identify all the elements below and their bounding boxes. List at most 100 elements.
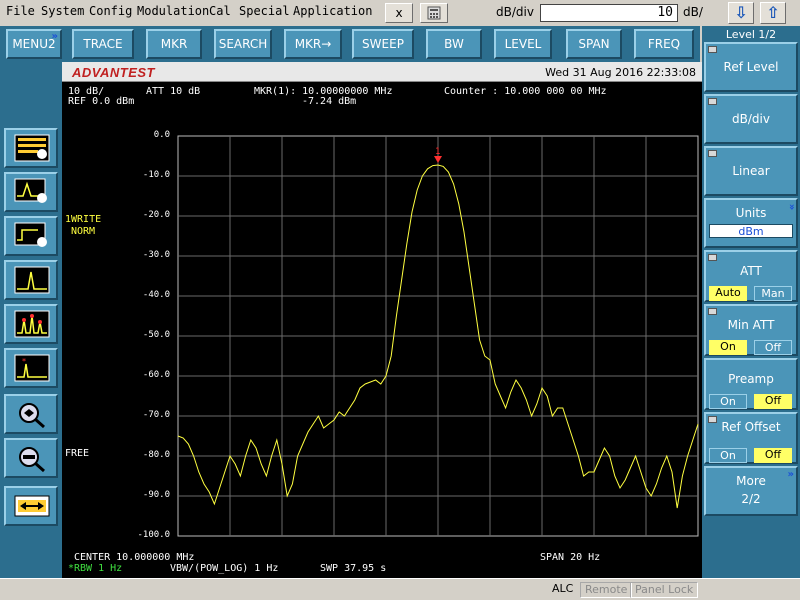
level-key[interactable]: LEVEL bbox=[494, 29, 552, 59]
more-arrows-icon: » bbox=[51, 31, 58, 42]
multi-peak-icon bbox=[14, 310, 50, 338]
trace-mode-write: 1WRITE bbox=[65, 214, 102, 225]
ref-offset-off-option[interactable]: Off bbox=[754, 448, 792, 463]
y-tick-label: -10.0 bbox=[142, 170, 170, 180]
display-header: ADVANTEST Wed 31 Aug 2016 22:33:08 bbox=[62, 62, 702, 82]
att-auto-option[interactable]: Auto bbox=[709, 286, 747, 301]
preamp-off-option[interactable]: Off bbox=[754, 394, 792, 409]
ref-offset-label: Ref Offset bbox=[721, 420, 781, 434]
menu-cal[interactable]: Cal bbox=[209, 4, 231, 18]
single-peak-tool[interactable] bbox=[4, 260, 58, 300]
menu-special[interactable]: Special bbox=[239, 4, 290, 18]
vbw-readout: VBW/(POW_LOG) 1 Hz bbox=[170, 563, 279, 574]
step-down-button[interactable]: ⇩ bbox=[728, 2, 754, 24]
units-value: dBm bbox=[709, 224, 793, 238]
marker-peak-icon: * bbox=[14, 354, 50, 382]
more-arrows-icon: » bbox=[787, 469, 794, 480]
linear-label: Linear bbox=[732, 164, 770, 178]
dropdown-arrows-icon: » bbox=[785, 203, 797, 211]
y-tick-label: 0.0 bbox=[153, 130, 170, 140]
date-time: Wed 31 Aug 2016 22:33:08 bbox=[545, 66, 696, 79]
spectrum-display[interactable]: 1 10 dB/ REF 0.0 dBm ATT 10 dB MKR(1): 1… bbox=[62, 82, 702, 578]
more-key[interactable]: » More 2/2 bbox=[704, 466, 798, 516]
marker-peak-tool[interactable]: * bbox=[4, 348, 58, 388]
db-div-key[interactable]: dB/div bbox=[704, 94, 798, 144]
ref-level-key[interactable]: Ref Level bbox=[704, 42, 798, 92]
search-key[interactable]: SEARCH bbox=[214, 29, 272, 59]
units-key[interactable]: » Units dBm bbox=[704, 198, 798, 248]
span-readout: SPAN 20 Hz bbox=[540, 552, 601, 563]
zoom-out-tool[interactable] bbox=[4, 438, 58, 478]
preamp-on-option[interactable]: On bbox=[709, 394, 747, 409]
y-tick-label: -70.0 bbox=[142, 410, 170, 420]
y-tick-label: -100.0 bbox=[137, 530, 170, 540]
ref-level-readout: REF 0.0 dBm bbox=[68, 96, 135, 107]
menu-system[interactable]: System bbox=[41, 4, 84, 18]
units-label: Units bbox=[735, 206, 767, 220]
left-toolbar: * bbox=[0, 62, 62, 578]
menu-file[interactable]: File bbox=[6, 4, 35, 18]
alc-indicator: ALC bbox=[552, 582, 574, 595]
more-page-label: 2/2 bbox=[741, 492, 761, 506]
zoom-in-icon bbox=[19, 403, 45, 428]
dbdiv-unit: dB/ bbox=[683, 5, 703, 19]
y-tick-label: -60.0 bbox=[142, 370, 170, 380]
trace-key[interactable]: TRACE bbox=[72, 29, 134, 59]
att-key[interactable]: ATT Auto Man bbox=[704, 250, 798, 302]
sweep-key[interactable]: SWEEP bbox=[352, 29, 414, 59]
marker-move-icon bbox=[14, 222, 47, 247]
menu-application[interactable]: Application bbox=[293, 4, 372, 18]
keypad-icon bbox=[708, 254, 717, 261]
marker-move-tool[interactable] bbox=[4, 216, 58, 256]
single-peak-icon bbox=[14, 266, 50, 294]
step-up-button[interactable]: ⇧ bbox=[760, 2, 786, 24]
zoom-out-icon bbox=[19, 447, 45, 472]
menu2-label: MENU2 bbox=[12, 37, 56, 51]
freq-key[interactable]: FREQ bbox=[634, 29, 694, 59]
ref-offset-on-option[interactable]: On bbox=[709, 448, 747, 463]
min-att-label: Min ATT bbox=[727, 318, 775, 332]
peak-search-tool[interactable] bbox=[4, 172, 58, 212]
peak-search-icon bbox=[14, 178, 47, 203]
y-tick-label: -90.0 bbox=[142, 490, 170, 500]
ref-level-label: Ref Level bbox=[723, 60, 779, 74]
keypad-icon bbox=[708, 416, 717, 423]
calculator-button[interactable] bbox=[420, 3, 448, 23]
db-div-label: dB/div bbox=[732, 112, 770, 126]
marker-level-readout: -7.24 dBm bbox=[302, 96, 357, 107]
span-expand-icon bbox=[14, 495, 50, 517]
span-key[interactable]: SPAN bbox=[566, 29, 622, 59]
right-softkey-panel: Level 1/2 Ref Level dB/div Linear » Unit… bbox=[702, 26, 800, 578]
zoom-in-tool[interactable] bbox=[4, 394, 58, 434]
ref-offset-key[interactable]: Ref Offset On Off bbox=[704, 412, 798, 464]
keypad-icon bbox=[708, 150, 717, 157]
dbdiv-input[interactable]: 10 bbox=[540, 4, 678, 22]
y-tick-label: -20.0 bbox=[142, 210, 170, 220]
menu2-key[interactable]: MENU2 » bbox=[6, 29, 62, 59]
trace-view-tool[interactable] bbox=[4, 128, 58, 168]
mkr-to-key[interactable]: MKR→ bbox=[284, 29, 342, 59]
min-att-key[interactable]: Min ATT On Off bbox=[704, 304, 798, 356]
linear-key[interactable]: Linear bbox=[704, 146, 798, 196]
menu-modulation[interactable]: Modulation bbox=[137, 4, 209, 18]
menu-config[interactable]: Config bbox=[89, 4, 132, 18]
menu-bar: File System Config Modulation Cal Specia… bbox=[0, 0, 800, 26]
multi-peak-tool[interactable] bbox=[4, 304, 58, 344]
marker-number: 1 bbox=[435, 147, 440, 157]
mkr-key[interactable]: MKR bbox=[146, 29, 202, 59]
panel-lock-indicator: Panel Lock bbox=[630, 582, 699, 598]
y-tick-label: -50.0 bbox=[142, 330, 170, 340]
span-expand-tool[interactable] bbox=[4, 486, 58, 526]
bw-key[interactable]: BW bbox=[426, 29, 482, 59]
center-freq-readout: CENTER 10.000000 MHz bbox=[74, 552, 195, 563]
more-label: More bbox=[736, 474, 766, 488]
trace-mode-norm: NORM bbox=[71, 226, 96, 237]
preamp-key[interactable]: Preamp On Off bbox=[704, 358, 798, 410]
min-att-on-option[interactable]: On bbox=[709, 340, 747, 355]
att-man-option[interactable]: Man bbox=[754, 286, 792, 301]
close-button[interactable]: x bbox=[385, 3, 413, 23]
plot-grid bbox=[178, 136, 698, 536]
min-att-off-option[interactable]: Off bbox=[754, 340, 792, 355]
y-tick-label: -30.0 bbox=[142, 250, 170, 260]
svg-text:*: * bbox=[22, 357, 26, 366]
